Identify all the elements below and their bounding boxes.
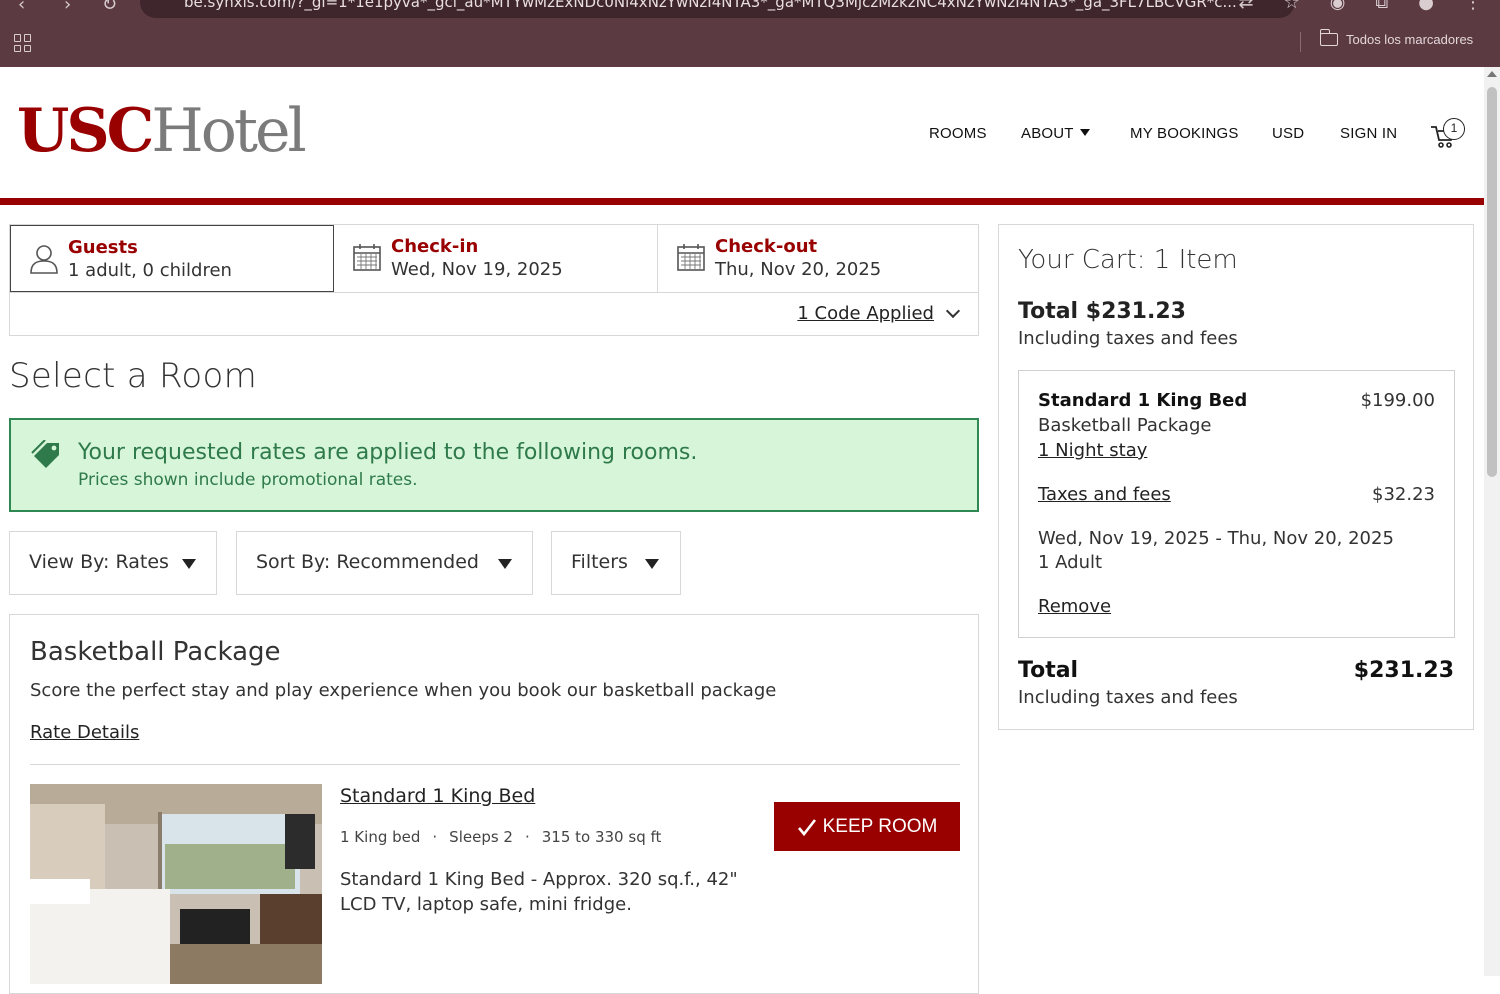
profile-avatar-icon[interactable]: ● <box>1418 0 1434 13</box>
room-beds: 1 King bed <box>340 828 421 846</box>
scroll-up-arrow-icon[interactable] <box>1487 71 1497 77</box>
bookmark-star-icon[interactable]: ☆ <box>1284 0 1300 13</box>
nav-sign-in[interactable]: SIGN IN <box>1340 125 1397 142</box>
remove-item-link[interactable]: Remove <box>1038 596 1111 617</box>
room-size: 315 to 330 sq ft <box>541 828 662 846</box>
rate-title: Basketball Package <box>30 637 281 667</box>
browser-toolbar-icons: ⇄ ☆ ◉ ⧉ ● ⋮ <box>1238 0 1482 13</box>
cart-count-badge[interactable]: 1 <box>1443 118 1465 140</box>
view-by-dropdown[interactable]: View By: Rates <box>9 531 217 595</box>
alert-submessage: Prices shown include promotional rates. <box>78 470 418 490</box>
keep-room-label: KEEP ROOM <box>822 815 938 837</box>
menu-kebab-icon[interactable]: ⋮ <box>1464 0 1482 13</box>
chevron-down-icon <box>945 303 961 318</box>
checkin-selector[interactable]: Check-in Wed, Nov 19, 2025 <box>334 225 658 292</box>
rate-card: Basketball Package Score the perfect sta… <box>9 614 979 994</box>
translate-icon[interactable]: ⇄ <box>1238 0 1253 13</box>
sort-by-label: Sort By: Recommended <box>256 551 479 573</box>
person-icon <box>30 245 58 274</box>
caret-down-icon <box>645 559 659 569</box>
forward-icon[interactable]: › <box>64 0 71 15</box>
guests-selector[interactable]: Guests 1 adult, 0 children <box>10 225 334 292</box>
room-description: Standard 1 King Bed - Approx. 320 sq.f.,… <box>340 869 738 915</box>
checkin-label: Check-in <box>391 236 479 257</box>
codes-applied-toggle[interactable]: 1 Code Applied <box>797 303 961 324</box>
calendar-icon <box>677 244 705 271</box>
alert-message: Your requested rates are applied to the … <box>78 440 698 465</box>
rate-divider <box>30 764 960 765</box>
rate-description: Score the perfect stay and play experien… <box>30 680 777 701</box>
site-header: USCHotel ROOMS ABOUT MY BOOKINGS USD SIG… <box>0 67 1484 200</box>
all-bookmarks-button[interactable]: Todos los marcadores <box>1319 29 1474 47</box>
cart-item: Standard 1 King Bed $199.00 Basketball P… <box>1018 370 1455 638</box>
view-by-label: View By: Rates <box>29 551 169 573</box>
cart-footer-including-note: Including taxes and fees <box>1018 687 1238 708</box>
folder-icon <box>1319 29 1338 46</box>
puzzle-icon[interactable]: ⧉ <box>1375 0 1388 13</box>
checkin-value: Wed, Nov 19, 2025 <box>391 259 563 280</box>
guests-value: 1 adult, 0 children <box>68 260 232 281</box>
cart-total: Total $231.23 <box>1018 299 1186 324</box>
apps-grid-icon[interactable] <box>14 34 32 52</box>
price-tag-icon <box>31 440 59 468</box>
room-photo[interactable] <box>30 784 322 984</box>
extension-icon[interactable]: ◉ <box>1330 0 1346 13</box>
room-sleeps: Sleeps 2 <box>449 828 513 846</box>
filters-label: Filters <box>571 551 628 573</box>
checkout-selector[interactable]: Check-out Thu, Nov 20, 2025 <box>658 225 980 292</box>
taxes-fees-value: $32.23 <box>1372 484 1435 505</box>
guests-label: Guests <box>68 237 138 258</box>
caret-down-icon <box>498 559 512 569</box>
cart-item-price: $199.00 <box>1360 390 1435 411</box>
cart-panel: Your Cart: 1 Item Total $231.23 Includin… <box>998 224 1474 730</box>
cart-item-nights-link[interactable]: 1 Night stay <box>1038 440 1147 461</box>
caret-down-icon <box>182 559 196 569</box>
cart-item-name: Standard 1 King Bed <box>1038 390 1248 411</box>
cart-footer-total-value: $231.23 <box>1353 658 1454 683</box>
keep-room-button[interactable]: KEEP ROOM <box>774 802 960 851</box>
logo-hotel-text: Hotel <box>151 96 306 166</box>
header-accent-bar <box>0 198 1484 205</box>
stay-search-bar: Guests 1 adult, 0 children Check-in Wed,… <box>9 224 979 336</box>
checkout-label: Check-out <box>715 236 818 257</box>
nav-rooms[interactable]: ROOMS <box>929 125 987 142</box>
toolbar-divider <box>1300 32 1301 52</box>
room-name-link[interactable]: Standard 1 King Bed <box>340 785 535 807</box>
promo-codes-row: 1 Code Applied <box>10 292 978 336</box>
nav-my-bookings[interactable]: MY BOOKINGS <box>1130 125 1239 142</box>
logo-usc-text: USC <box>17 96 154 166</box>
separator-dot: · <box>524 828 530 846</box>
sort-by-dropdown[interactable]: Sort By: Recommended <box>236 531 533 595</box>
checkout-value: Thu, Nov 20, 2025 <box>715 259 882 280</box>
cart-item-adults: 1 Adult <box>1038 552 1103 573</box>
rate-details-link[interactable]: Rate Details <box>30 722 139 743</box>
reload-icon[interactable]: ↻ <box>102 0 117 15</box>
cart-footer-total-label: Total <box>1018 658 1079 683</box>
page-title: Select a Room <box>9 356 258 396</box>
usc-hotel-logo[interactable]: USCHotel <box>17 101 307 161</box>
cart-item-dates: Wed, Nov 19, 2025 - Thu, Nov 20, 2025 <box>1038 528 1394 549</box>
promo-rates-alert: Your requested rates are applied to the … <box>9 418 979 512</box>
separator-dot: · <box>432 828 438 846</box>
page-scrollbar[interactable] <box>1484 67 1500 976</box>
room-specs: 1 King bed · Sleeps 2 · 315 to 330 sq ft <box>340 828 661 846</box>
taxes-fees-link[interactable]: Taxes and fees <box>1038 484 1171 505</box>
address-bar[interactable]: be.synxis.com/?_gl=1*1e1pyva*_gcl_au*MTY… <box>140 0 1295 18</box>
cart-title: Your Cart: 1 Item <box>1018 245 1238 275</box>
nav-about[interactable]: ABOUT <box>1021 125 1090 142</box>
nav-currency-usd[interactable]: USD <box>1272 125 1304 142</box>
scrollbar-thumb[interactable] <box>1487 87 1497 477</box>
checkmark-icon <box>797 818 816 836</box>
cart-including-note: Including taxes and fees <box>1018 328 1238 349</box>
calendar-icon <box>353 244 381 271</box>
codes-applied-label: 1 Code Applied <box>797 303 934 324</box>
filters-dropdown[interactable]: Filters <box>551 531 681 595</box>
browser-chrome: ‹ › ↻ be.synxis.com/?_gl=1*1e1pyva*_gcl_… <box>0 0 1500 67</box>
bookmarks-label: Todos los marcadores <box>1346 32 1474 47</box>
cart-item-package: Basketball Package <box>1038 415 1212 436</box>
back-icon[interactable]: ‹ <box>18 0 25 15</box>
